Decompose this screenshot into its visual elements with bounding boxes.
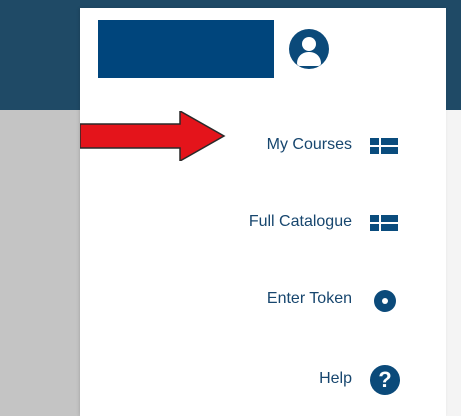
user-avatar-icon[interactable] xyxy=(289,29,329,69)
token-icon xyxy=(374,290,396,312)
user-name-box[interactable] xyxy=(98,20,274,78)
menu-item-help[interactable]: Help ? xyxy=(80,360,446,400)
grid-icon xyxy=(370,138,398,154)
menu-item-label: Full Catalogue xyxy=(248,213,352,230)
red-arrow-icon xyxy=(80,111,226,161)
screen: My Courses Full Catalogue Enter Token He… xyxy=(0,0,461,416)
menu-item-label: Help xyxy=(319,370,352,387)
menu-item-label: Enter Token xyxy=(266,290,352,307)
menu-item-enter-token[interactable]: Enter Token xyxy=(80,280,446,320)
avatar-body xyxy=(297,52,321,66)
help-icon: ? xyxy=(370,365,400,395)
menu-item-label: My Courses xyxy=(266,136,352,153)
menu-item-full-catalogue[interactable]: Full Catalogue xyxy=(80,203,446,243)
page-edge xyxy=(446,110,461,416)
grid-icon xyxy=(370,215,398,231)
avatar-head xyxy=(302,37,316,51)
